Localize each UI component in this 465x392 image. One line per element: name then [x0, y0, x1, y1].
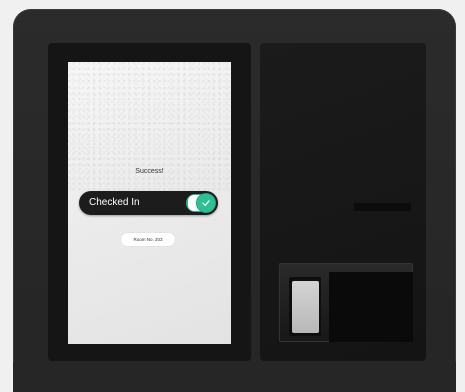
switch-knob[interactable] — [197, 194, 215, 212]
scanner-glass[interactable] — [292, 281, 319, 333]
card-slot[interactable] — [354, 203, 411, 211]
status-text: Success! — [135, 168, 164, 175]
checked-in-toggle[interactable]: Checked In — [79, 191, 218, 215]
check-icon — [202, 200, 210, 206]
room-number-badge: Room No. 203 — [121, 233, 175, 246]
dispenser-opening — [329, 272, 413, 342]
kiosk-base — [13, 362, 456, 392]
toggle-label: Checked In — [89, 197, 140, 208]
